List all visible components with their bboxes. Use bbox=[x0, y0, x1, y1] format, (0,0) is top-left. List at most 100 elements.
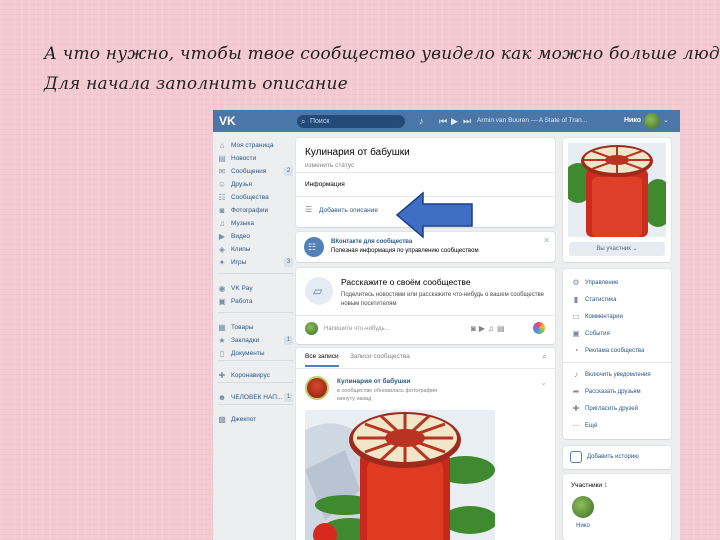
divider bbox=[296, 172, 555, 173]
add-story-label: Добавить историю bbox=[587, 454, 639, 460]
member-status-button[interactable]: Вы участник ⌄ bbox=[569, 242, 665, 256]
sidebar-item[interactable]: ▦ Товары bbox=[217, 322, 293, 334]
community-menu-item[interactable]: ⋯ Ещё bbox=[571, 420, 669, 432]
sidebar-item-label: Друзья bbox=[231, 181, 253, 188]
sidebar-item[interactable]: ♫ Музыка bbox=[217, 218, 293, 230]
sidebar-item[interactable]: ★ Закладки 1 bbox=[217, 335, 293, 347]
share-icon: ➦ bbox=[572, 387, 580, 396]
count-badge: 2 bbox=[284, 167, 293, 176]
member-name[interactable]: Нико bbox=[569, 522, 597, 530]
community-menu-label: Реклама сообщества bbox=[585, 348, 645, 354]
story-icon bbox=[570, 451, 582, 463]
post-composer[interactable]: Напишите что-нибудь... ◙▶♫▤ bbox=[305, 321, 545, 337]
chevron-down-icon[interactable]: ⌄ bbox=[663, 116, 669, 126]
play-icon[interactable]: ▶ bbox=[451, 115, 458, 127]
community-menu-item[interactable]: ▭ Комментарии bbox=[571, 311, 669, 323]
search-input[interactable]: ⌕ Поиск bbox=[297, 115, 405, 128]
close-icon[interactable]: ✕ bbox=[543, 236, 550, 246]
wall-feed-card: Все записи Записи сообщества ⌕ Кулинария… bbox=[296, 348, 555, 540]
members-heading[interactable]: Участники 1 bbox=[571, 482, 608, 490]
sidebar-item[interactable]: ✚ Коронавирус bbox=[217, 370, 293, 382]
sidebar-item-label: Закладки bbox=[231, 337, 260, 344]
attachment-icons[interactable]: ◙▶♫▤ bbox=[471, 323, 508, 334]
sidebar-item[interactable]: ⌂ Моя страница bbox=[217, 140, 293, 152]
sidebar-item[interactable]: ✉ Сообщения 2 bbox=[217, 166, 293, 178]
add-description-label: Добавить описание bbox=[319, 207, 378, 214]
search-icon: ⌕ bbox=[301, 117, 306, 126]
active-tab-indicator bbox=[305, 365, 339, 367]
sidebar-item[interactable]: ▣ Работа bbox=[217, 296, 293, 308]
members-count: 1 bbox=[603, 482, 608, 489]
groups-icon: ☷ bbox=[218, 193, 226, 202]
notice-text: Полезная информация по управлению сообще… bbox=[331, 248, 479, 254]
sidebar-item[interactable]: ▯ Документы bbox=[217, 348, 293, 360]
community-menu-label: События bbox=[585, 331, 610, 337]
sidebar-item[interactable]: ▶ Видео bbox=[217, 231, 293, 243]
community-menu-item[interactable]: ▮ Статистика bbox=[571, 294, 669, 306]
community-menu-label: Рассказать друзьям bbox=[585, 389, 641, 395]
post-time[interactable]: минуту назад bbox=[337, 396, 371, 403]
divider bbox=[217, 404, 293, 405]
megaphone-icon: ▱ bbox=[305, 277, 333, 305]
news-icon: ▤ bbox=[218, 154, 226, 163]
sidebar-item-label: Сообщения bbox=[231, 168, 267, 175]
count-badge: 1 bbox=[284, 336, 293, 345]
community-menu-item[interactable]: ➦ Рассказать друзьям bbox=[571, 386, 669, 398]
community-menu-item[interactable]: ◔ Реклама сообщества bbox=[571, 345, 669, 357]
divider bbox=[296, 315, 555, 316]
post-photo[interactable] bbox=[305, 410, 495, 540]
search-icon[interactable]: ⌕ bbox=[543, 352, 547, 362]
search-placeholder: Поиск bbox=[310, 118, 330, 125]
community-guide-icon: ☷ bbox=[304, 237, 324, 257]
user-avatar[interactable] bbox=[644, 113, 660, 129]
color-picker-icon[interactable] bbox=[533, 322, 545, 334]
change-status-link[interactable]: изменить статус bbox=[305, 161, 354, 170]
next-track-icon[interactable]: ⏭ bbox=[463, 115, 471, 127]
post-author-avatar[interactable] bbox=[305, 376, 329, 400]
previous-track-icon[interactable]: ⏮ bbox=[439, 115, 447, 127]
members-label: Участники bbox=[571, 482, 603, 489]
user-name[interactable]: Нико bbox=[624, 116, 641, 126]
member-avatar[interactable] bbox=[572, 496, 594, 518]
current-track[interactable]: Armin van Buuren — A State of Tran... bbox=[477, 116, 587, 126]
tab-community-posts[interactable]: Записи сообщества bbox=[350, 352, 410, 362]
sidebar-item[interactable]: ◈ Клипы bbox=[217, 244, 293, 256]
sidebar-item-label: Клипы bbox=[231, 246, 251, 253]
sidebar-item[interactable]: ▩ Джекпот bbox=[217, 414, 293, 426]
notifications-icon[interactable]: ♪ bbox=[419, 115, 424, 127]
sidebar-item[interactable]: ☺ Друзья bbox=[217, 179, 293, 191]
sidebar-item[interactable]: ◉ VK Pay bbox=[217, 283, 293, 295]
sidebar-item[interactable]: ☷ Сообщества bbox=[217, 192, 293, 204]
sidebar-item-label: VK Pay bbox=[231, 285, 253, 292]
vk-screenshot: VK ⌕ Поиск ♪ ⏮ ▶ ⏭ Armin van Buuren — A … bbox=[213, 110, 680, 540]
community-menu-item[interactable]: ♪ Включить уведомления bbox=[571, 369, 669, 381]
sidebar-item[interactable]: ▤ Новости bbox=[217, 153, 293, 165]
more-icon: ⋯ bbox=[572, 421, 580, 430]
sidebar-item[interactable]: ✦ Игры 3 bbox=[217, 257, 293, 269]
caption-line-2: Для начала заполнить описание bbox=[44, 74, 348, 94]
community-menu-item[interactable]: ▣ События bbox=[571, 328, 669, 340]
post-author[interactable]: Кулинария от бабушки bbox=[337, 378, 410, 386]
events-icon: ▣ bbox=[572, 329, 580, 338]
sidebar-item[interactable]: ☻ ЧЕЛОВЕК НАП... 1 bbox=[217, 392, 293, 404]
messages-icon: ✉ bbox=[218, 167, 226, 176]
divider bbox=[217, 273, 293, 274]
tab-all-posts[interactable]: Все записи bbox=[305, 352, 339, 362]
add-story-button[interactable]: Добавить историю bbox=[563, 446, 671, 469]
sidebar-item-label: Моя страница bbox=[231, 142, 274, 149]
sidebar-item-label: Фотографии bbox=[231, 207, 269, 214]
comments-icon: ▭ bbox=[572, 312, 580, 321]
sidebar-item-label: ЧЕЛОВЕК НАП... bbox=[231, 394, 283, 401]
composer-placeholder[interactable]: Напишите что-нибудь... bbox=[324, 325, 390, 333]
info-label: Информация bbox=[305, 181, 345, 188]
settings-icon: ⚙ bbox=[572, 278, 580, 287]
community-menu-item[interactable]: ✚ Пригласить друзей bbox=[571, 403, 669, 415]
sidebar-item[interactable]: ◙ Фотографии bbox=[217, 205, 293, 217]
sidebar-item-label: Коронавирус bbox=[231, 372, 270, 379]
advertising-icon: ◔ bbox=[573, 346, 579, 355]
community-menu-item[interactable]: ⚙ Управление bbox=[571, 277, 669, 289]
vk-logo[interactable]: VK bbox=[219, 113, 236, 129]
sidebar-item-label: Работа bbox=[231, 298, 253, 305]
chevron-down-icon[interactable]: ⌄ bbox=[540, 378, 547, 388]
community-avatar-photo[interactable] bbox=[568, 143, 666, 237]
